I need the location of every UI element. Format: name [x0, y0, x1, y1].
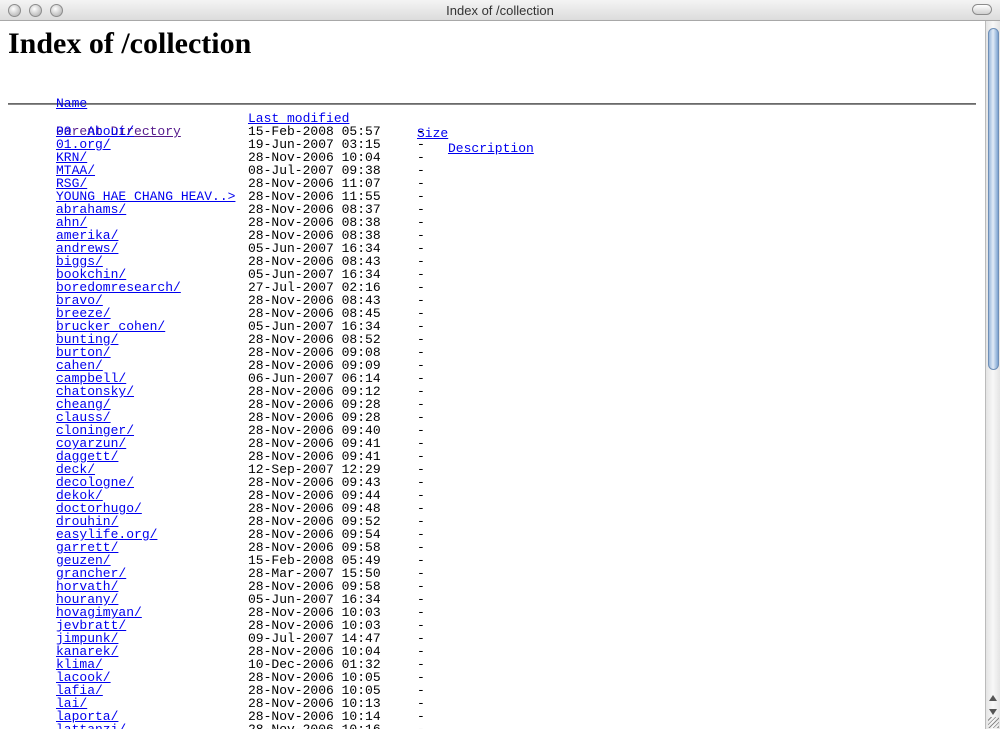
listing-header: Name Last modified Size Description [8, 81, 976, 156]
listing-row: chatonsky/28-Nov-2006 09:12- [8, 385, 976, 398]
page-content: Index of /collection Name Last modified … [0, 21, 985, 729]
listing-row: 01.org/19-Jun-2007 03:15- [8, 138, 976, 151]
listing-row: geuzen/15-Feb-2008 05:49- [8, 554, 976, 567]
listing-row: amerika/28-Nov-2006 08:38- [8, 229, 976, 242]
listing-row: cheang/28-Nov-2006 09:28- [8, 398, 976, 411]
listing-row: grancher/28-Mar-2007 15:50- [8, 567, 976, 580]
listing-row: dekok/28-Nov-2006 09:44- [8, 489, 976, 502]
listing-row: clauss/28-Nov-2006 09:28- [8, 411, 976, 424]
listing-row: lai/28-Nov-2006 10:13- [8, 697, 976, 710]
listing-row: bunting/28-Nov-2006 08:52- [8, 333, 976, 346]
listing-row: lafia/28-Nov-2006 10:05- [8, 684, 976, 697]
sort-by-name-link[interactable]: Name [56, 96, 87, 111]
listing-row: doctorhugo/28-Nov-2006 09:48- [8, 502, 976, 515]
listing-row: jimpunk/09-Jul-2007 14:47- [8, 632, 976, 645]
listing-row: abrahams/28-Nov-2006 08:37- [8, 203, 976, 216]
listing-row: laporta/28-Nov-2006 10:14- [8, 710, 976, 723]
scrollbar-thumb[interactable] [988, 28, 999, 370]
entry-size: - [417, 723, 425, 729]
listing-row: YOUNG_HAE_CHANG_HEAV..> 28-Nov-2006 11:55… [8, 190, 976, 203]
listing-row: hourany/05-Jun-2007 16:34- [8, 593, 976, 606]
scroll-down-arrow-icon[interactable] [989, 709, 997, 715]
listing-row: andrews/05-Jun-2007 16:34- [8, 242, 976, 255]
listing-row: brucker_cohen/05-Jun-2007 16:34- [8, 320, 976, 333]
listing-row: 00__About/15-Feb-2008 05:57- [8, 125, 976, 138]
listing-row: cloninger/28-Nov-2006 09:40- [8, 424, 976, 437]
window-title: Index of /collection [446, 3, 554, 18]
listing-row: kanarek/28-Nov-2006 10:04- [8, 645, 976, 658]
listing-row: burton/28-Nov-2006 09:08- [8, 346, 976, 359]
listing-row: coyarzun/28-Nov-2006 09:41- [8, 437, 976, 450]
listing-row: deck/12-Sep-2007 12:29- [8, 463, 976, 476]
page-title: Index of /collection [8, 27, 252, 60]
scroll-up-arrow-icon[interactable] [989, 695, 997, 701]
listing-row: hovagimyan/28-Nov-2006 10:03- [8, 606, 976, 619]
listing-row: biggs/28-Nov-2006 08:43- [8, 255, 976, 268]
listing-row: boredomresearch/27-Jul-2007 02:16- [8, 281, 976, 294]
listing-row: horvath/28-Nov-2006 09:58- [8, 580, 976, 593]
directory-listing: Name Last modified Size Description Pare… [8, 81, 976, 729]
window-resize-grip-icon[interactable] [988, 717, 999, 728]
listing-row: cahen/28-Nov-2006 09:09- [8, 359, 976, 372]
entry-list: 00__About/15-Feb-2008 05:57-01.org/19-Ju… [8, 125, 976, 729]
listing-row: daggett/28-Nov-2006 09:41- [8, 450, 976, 463]
entry-last-modified: 28-Nov-2006 10:16 [248, 723, 381, 729]
listing-row: bravo/28-Nov-2006 08:43- [8, 294, 976, 307]
header-divider [8, 103, 976, 105]
listing-row: ahn/28-Nov-2006 08:38- [8, 216, 976, 229]
listing-row: easylife.org/28-Nov-2006 09:54- [8, 528, 976, 541]
window-titlebar[interactable]: Index of /collection [0, 0, 1000, 21]
vertical-scrollbar[interactable] [985, 21, 1000, 729]
listing-row: jevbratt/28-Nov-2006 10:03- [8, 619, 976, 632]
parent-directory-row: Parent Directory - [8, 112, 976, 151]
listing-row: campbell/06-Jun-2007 06:14- [8, 372, 976, 385]
listing-row: lattanzi/28-Nov-2006 10:16 - [8, 723, 976, 729]
toolbar-toggle-button[interactable] [972, 4, 992, 15]
listing-row: KRN/28-Nov-2006 10:04- [8, 151, 976, 164]
entry-name-link[interactable]: lattanzi/ [56, 723, 126, 729]
listing-row: MTAA/08-Jul-2007 09:38- [8, 164, 976, 177]
listing-row: lacook/28-Nov-2006 10:05- [8, 671, 976, 684]
listing-row: klima/10-Dec-2006 01:32- [8, 658, 976, 671]
listing-row: decologne/28-Nov-2006 09:43- [8, 476, 976, 489]
listing-row: garrett/28-Nov-2006 09:58- [8, 541, 976, 554]
